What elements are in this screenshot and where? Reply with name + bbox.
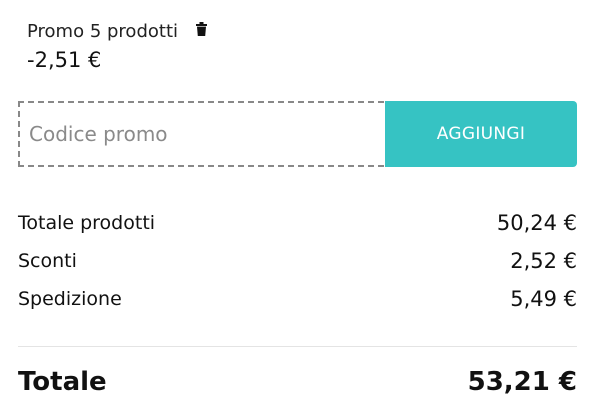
summary-value: 2,52 €: [510, 249, 577, 273]
add-promo-button[interactable]: AGGIUNGI: [385, 101, 577, 167]
applied-promo-amount: -2,51 €: [27, 48, 102, 72]
summary-row-discounts: Sconti 2,52 €: [18, 242, 577, 280]
summary-row-shipping: Spedizione 5,49 €: [18, 280, 577, 318]
summary-label: Spedizione: [18, 288, 122, 310]
summary-divider: [18, 346, 577, 347]
summary-label: Sconti: [18, 250, 77, 272]
summary-value: 5,49 €: [510, 287, 577, 311]
order-summary: Totale prodotti 50,24 € Sconti 2,52 € Sp…: [18, 204, 577, 318]
promo-code-box: [18, 101, 384, 167]
promo-code-input[interactable]: [20, 103, 384, 165]
total-label: Totale: [18, 367, 107, 397]
total-value: 53,21 €: [467, 367, 577, 397]
applied-promo: Promo 5 prodotti -2,51 €: [27, 20, 207, 74]
summary-value: 50,24 €: [496, 211, 577, 235]
summary-label: Totale prodotti: [18, 212, 156, 234]
applied-promo-header: Promo 5 prodotti: [27, 20, 207, 44]
total-row: Totale 53,21 €: [18, 362, 577, 402]
trash-icon[interactable]: [196, 22, 207, 36]
applied-promo-name: Promo 5 prodotti: [27, 21, 178, 42]
summary-row-products: Totale prodotti 50,24 €: [18, 204, 577, 242]
